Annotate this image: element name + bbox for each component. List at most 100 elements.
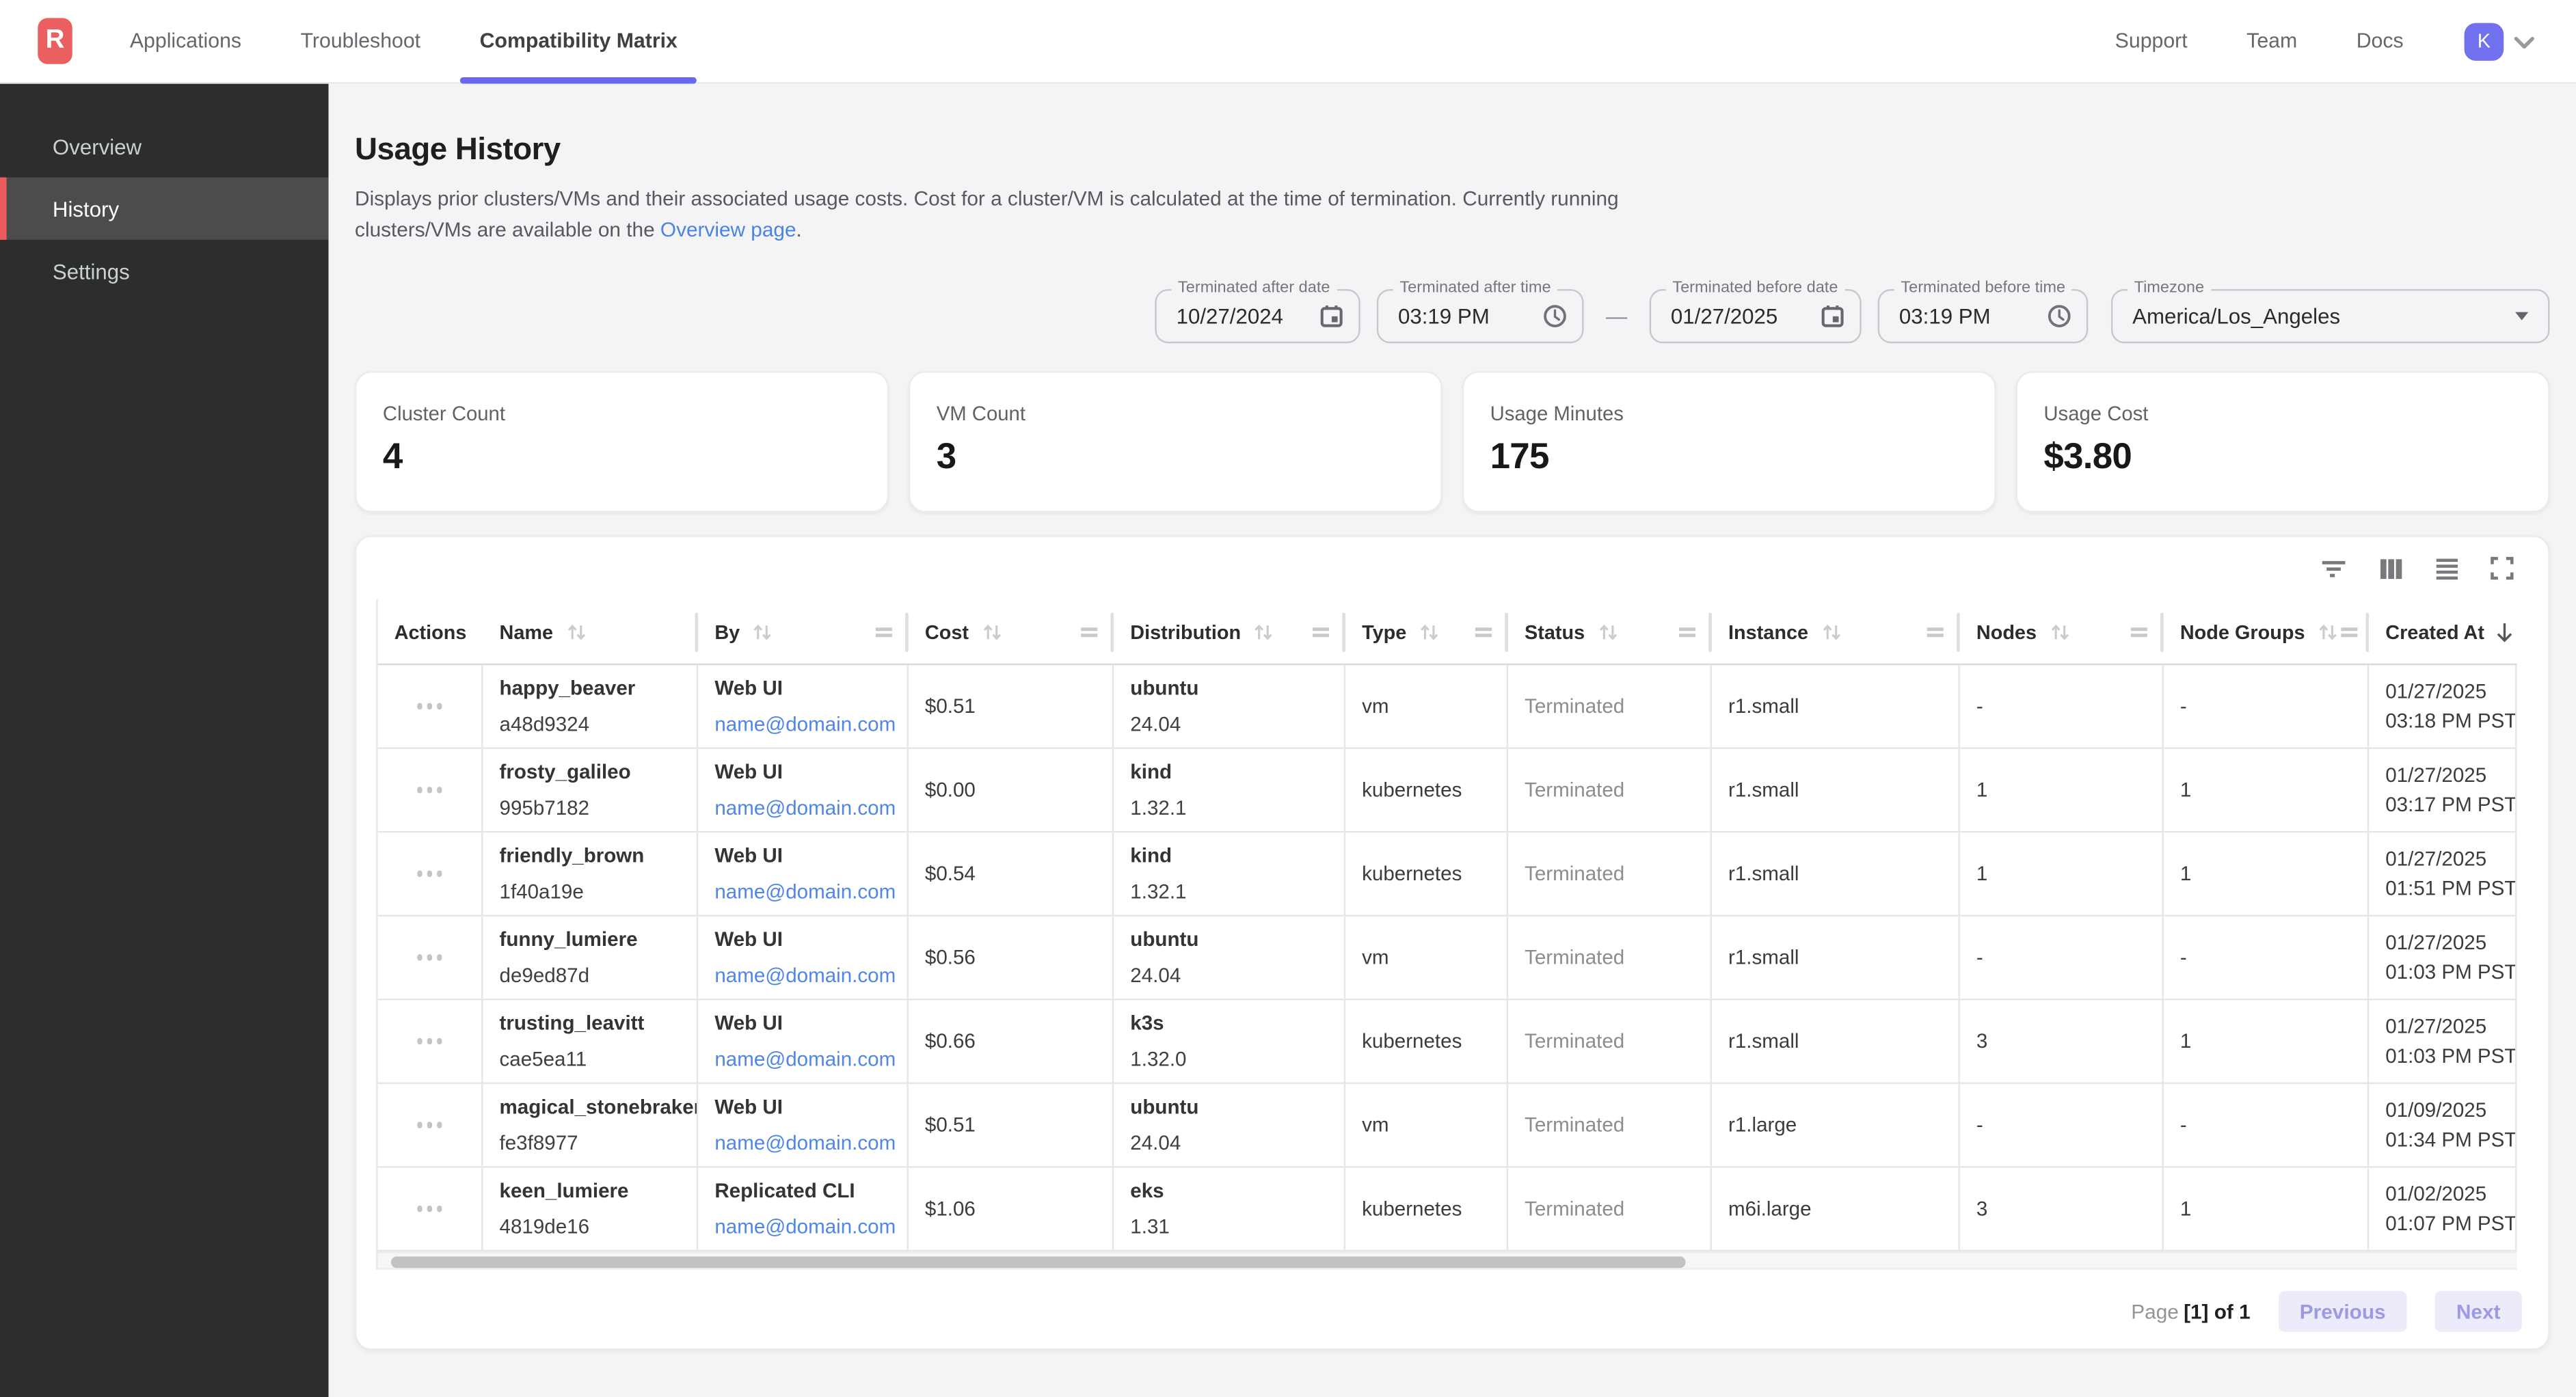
column-header[interactable]: Node Groups	[2164, 599, 2369, 664]
timezone-select[interactable]: Timezone America/Los_Angeles	[2111, 289, 2550, 343]
nav-tab[interactable]: Compatibility Matrix	[478, 0, 679, 83]
table-row[interactable]: frosty_galileo 995b7182 Web UI name@doma…	[378, 749, 2517, 833]
table-row[interactable]: keen_lumiere 4819de16 Replicated CLI nam…	[378, 1168, 2517, 1252]
created-date: 01/27/2025	[2385, 932, 2515, 955]
stat-label: Usage Minutes	[1490, 403, 1968, 426]
column-menu-icon[interactable]	[1678, 622, 1698, 642]
chevron-down-icon[interactable]	[2514, 36, 2535, 51]
field-label: Terminated before time	[1894, 280, 2072, 297]
column-header[interactable]: Type	[1345, 599, 1508, 664]
scrollbar-thumb[interactable]	[391, 1256, 1685, 1268]
cell-by: Web UI name@domain.com	[698, 1000, 909, 1082]
replicated-logo[interactable]: R	[38, 18, 72, 64]
column-header[interactable]: Name	[483, 599, 698, 664]
created-by-source: Replicated CLI	[714, 1179, 907, 1202]
email-link[interactable]: name@domain.com	[714, 796, 907, 819]
email-link[interactable]: name@domain.com	[714, 713, 907, 736]
created-date: 01/27/2025	[2385, 763, 2515, 787]
sidebar: Overview History Settings	[0, 84, 329, 1397]
next-page-button[interactable]: Next	[2435, 1291, 2522, 1332]
column-menu-icon[interactable]	[1079, 622, 1099, 642]
logo-letter: R	[46, 26, 65, 55]
calendar-icon[interactable]	[1821, 304, 1845, 329]
instance-value: r1.small	[1728, 1030, 1958, 1053]
sort-icon[interactable]	[980, 620, 1004, 643]
email-link[interactable]: name@domain.com	[714, 964, 907, 988]
terminated-before-time-field[interactable]: Terminated before time 03:19 PM	[1878, 289, 2089, 343]
user-avatar[interactable]: K	[2465, 22, 2504, 59]
calendar-icon[interactable]	[1319, 304, 1344, 329]
sort-icon[interactable]	[751, 620, 775, 643]
column-header[interactable]: Distribution	[1114, 599, 1345, 664]
sort-icon[interactable]	[1418, 620, 1441, 643]
column-header[interactable]: By	[698, 599, 909, 664]
terminated-before-date-field[interactable]: Terminated before date 01/27/2025	[1650, 289, 1862, 343]
cell-name: trusting_leavitt cae5ea11	[483, 1000, 698, 1082]
filter-icon[interactable]	[2320, 556, 2348, 580]
column-header[interactable]: Cost	[909, 599, 1114, 664]
nav-link[interactable]: Team	[2246, 29, 2297, 53]
distribution-name: k3s	[1130, 1012, 1343, 1035]
row-actions-button[interactable]	[378, 1084, 483, 1166]
terminated-after-date-field[interactable]: Terminated after date 10/27/2024	[1155, 289, 1360, 343]
column-header[interactable]: Created At	[2369, 599, 2517, 664]
cell-nodes: -	[1960, 665, 2164, 747]
table-row[interactable]: funny_lumiere de9ed87d Web UI name@domai…	[378, 917, 2517, 1001]
horizontal-scrollbar[interactable]	[378, 1251, 2517, 1269]
nav-link[interactable]: Support	[2115, 29, 2188, 53]
created-time: 01:03 PM PST	[2385, 961, 2515, 984]
table-row[interactable]: friendly_brown 1f40a19e Web UI name@doma…	[378, 832, 2517, 917]
column-menu-icon[interactable]	[1925, 622, 1945, 642]
table-row[interactable]: trusting_leavitt cae5ea11 Web UI name@do…	[378, 1000, 2517, 1084]
clock-icon[interactable]	[1542, 304, 1567, 329]
ellipsis-icon	[417, 1122, 422, 1128]
email-link[interactable]: name@domain.com	[714, 1132, 907, 1155]
overview-page-link[interactable]: Overview page	[660, 219, 796, 242]
row-actions-button[interactable]	[378, 1000, 483, 1082]
sort-icon[interactable]	[1252, 620, 1276, 643]
sort-icon[interactable]	[2048, 620, 2071, 643]
email-link[interactable]: name@domain.com	[714, 1048, 907, 1071]
cell-instance: r1.small	[1712, 665, 1960, 747]
column-header[interactable]: Status	[1508, 599, 1712, 664]
fullscreen-icon[interactable]	[2491, 557, 2514, 580]
columns-icon[interactable]	[2379, 556, 2404, 580]
nav-link[interactable]: Docs	[2357, 29, 2404, 53]
column-header[interactable]: Nodes	[1960, 599, 2164, 664]
sort-icon[interactable]	[565, 620, 588, 643]
terminated-after-time-field[interactable]: Terminated after time 03:19 PM	[1377, 289, 1584, 343]
table-row[interactable]: happy_beaver a48d9324 Web UI name@domain…	[378, 665, 2517, 749]
row-actions-button[interactable]	[378, 665, 483, 747]
column-menu-icon[interactable]	[2129, 622, 2149, 642]
column-menu-icon[interactable]	[1474, 622, 1494, 642]
sort-icon[interactable]	[2316, 620, 2339, 643]
cell-by: Web UI name@domain.com	[698, 749, 909, 831]
row-actions-button[interactable]	[378, 832, 483, 914]
clock-icon[interactable]	[2047, 304, 2071, 329]
email-link[interactable]: name@domain.com	[714, 880, 907, 904]
row-actions-button[interactable]	[378, 749, 483, 831]
top-nav: R Applications Troubleshoot Compatibilit…	[0, 0, 2576, 84]
sort-desc-icon[interactable]	[2494, 620, 2515, 643]
sort-icon[interactable]	[1820, 620, 1843, 643]
column-header[interactable]: Actions	[378, 599, 483, 664]
table-row[interactable]: magical_stonebraker fe3f8977 Web UI name…	[378, 1084, 2517, 1168]
column-header[interactable]: Instance	[1712, 599, 1960, 664]
sidebar-item[interactable]: Overview	[0, 115, 329, 177]
density-icon[interactable]	[2434, 556, 2459, 580]
column-menu-icon[interactable]	[874, 622, 894, 642]
cell-node-groups: 1	[2164, 1168, 2369, 1250]
stat-value: 3	[937, 435, 1414, 478]
email-link[interactable]: name@domain.com	[714, 1215, 907, 1238]
previous-page-button[interactable]: Previous	[2279, 1291, 2407, 1332]
sidebar-item[interactable]: History	[0, 178, 329, 240]
column-menu-icon[interactable]	[2339, 622, 2359, 642]
row-actions-button[interactable]	[378, 1168, 483, 1250]
column-menu-icon[interactable]	[1311, 622, 1331, 642]
nav-tab[interactable]: Troubleshoot	[299, 0, 422, 83]
sidebar-item[interactable]: Settings	[0, 240, 329, 302]
created-by-source: Web UI	[714, 928, 907, 951]
nav-tab[interactable]: Applications	[128, 0, 243, 83]
sort-icon[interactable]	[1596, 620, 1620, 643]
row-actions-button[interactable]	[378, 917, 483, 999]
